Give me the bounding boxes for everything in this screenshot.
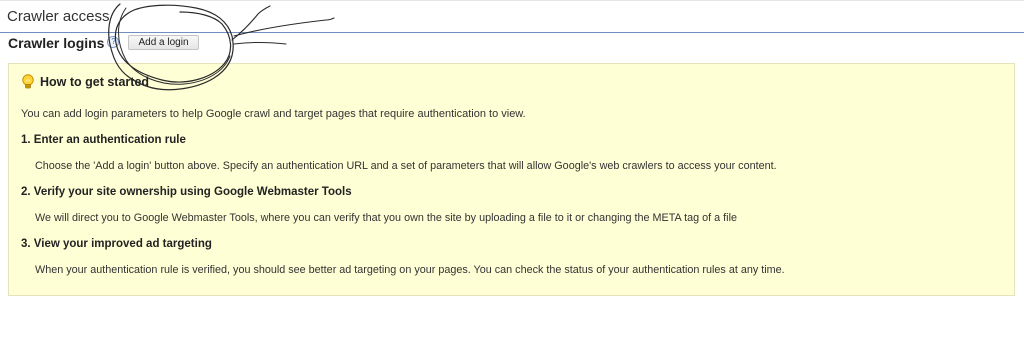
step-3-description: When your authentication rule is verifie…: [35, 264, 785, 276]
crawler-logins-row: Crawler logins ? Add a login: [8, 34, 199, 52]
help-icon[interactable]: ?: [107, 36, 120, 48]
section-divider: [0, 32, 1024, 33]
getting-started-box: How to get started You can add login par…: [8, 63, 1015, 296]
top-divider: [0, 0, 1024, 1]
getting-started-title: How to get started: [40, 75, 150, 89]
step-1-title: 1. Enter an authentication rule: [21, 134, 186, 146]
crawler-access-page: Crawler access Crawler logins ? Add a lo…: [0, 0, 1024, 344]
intro-text: You can add login parameters to help Goo…: [21, 108, 526, 120]
add-login-button[interactable]: Add a login: [128, 35, 199, 50]
step-1-description: Choose the 'Add a login' button above. S…: [35, 160, 777, 172]
section-title: Crawler access: [7, 8, 110, 25]
crawler-logins-title: Crawler logins: [8, 35, 105, 51]
step-2-description: We will direct you to Google Webmaster T…: [35, 212, 737, 224]
step-2-title: 2. Verify your site ownership using Goog…: [21, 186, 352, 198]
getting-started-heading: How to get started: [21, 74, 149, 90]
lightbulb-icon: [21, 74, 35, 90]
step-3-title: 3. View your improved ad targeting: [21, 238, 212, 250]
